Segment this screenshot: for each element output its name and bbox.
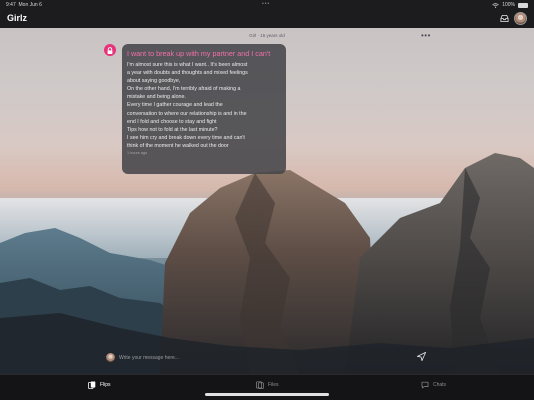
post-body: I'm almost sure this is what I want.. It… <box>127 61 281 150</box>
battery-icon <box>518 2 528 8</box>
multitask-dots[interactable]: ••• <box>262 1 270 7</box>
post-body-line: I see him cry and break down every time … <box>127 134 245 141</box>
composer-avatar <box>106 353 115 362</box>
post-title: I want to break up with my partner and I… <box>127 49 271 58</box>
post-body-line: conversation to where our relationship i… <box>127 110 247 117</box>
post-body-line: Every time I gather courage and lead the <box>127 102 223 109</box>
message-input[interactable] <box>119 353 409 363</box>
post-body-line: On the other hand, I'm terribly afraid o… <box>127 86 241 93</box>
status-right: 100% <box>492 2 528 8</box>
tab-label: Chats <box>433 382 447 388</box>
post-body-line: mistake and being alone. <box>127 94 186 101</box>
lock-badge <box>104 44 116 56</box>
app-title: Girlz <box>7 13 28 23</box>
tab-bar: Flips Files Chats <box>0 374 534 400</box>
battery-percent: 100% <box>502 2 515 8</box>
profile-avatar[interactable] <box>514 12 527 25</box>
files-icon <box>256 381 264 389</box>
chat-icon <box>421 381 429 389</box>
post-body-line: about saying goodbye, <box>127 78 181 85</box>
tab-files[interactable]: Files <box>256 381 279 389</box>
tab-chats[interactable]: Chats <box>421 381 446 389</box>
post-body-line: I'm almost sure this is what I want.. It… <box>127 62 248 68</box>
more-options-icon[interactable]: ••• <box>421 31 431 40</box>
post-meta: Girl · 15 years old <box>249 33 285 38</box>
post-body-line: think of the moment he walked out the do… <box>127 142 229 149</box>
send-icon[interactable] <box>416 351 427 362</box>
post-timestamp: 1 hours ago <box>127 151 148 156</box>
tab-flips[interactable]: Flips <box>88 381 111 389</box>
post-body-line: a year with doubts and thoughts and mixe… <box>127 70 248 77</box>
home-indicator[interactable] <box>205 393 329 396</box>
tab-label: Flips <box>100 382 111 388</box>
post-card[interactable]: I want to break up with my partner and I… <box>122 44 286 174</box>
wifi-icon <box>492 2 499 8</box>
status-time: 9:47 Mon Jun 6 <box>6 2 42 8</box>
inbox-icon[interactable] <box>500 14 509 23</box>
lock-icon <box>107 47 113 54</box>
flips-icon <box>88 381 96 389</box>
tab-label: Files <box>268 382 279 388</box>
message-composer <box>0 347 534 374</box>
nav-bar: Girlz <box>0 10 534 28</box>
status-bar: 9:47 Mon Jun 6 ••• 100% <box>0 0 534 10</box>
post-body-line: Tips how not to fold at the last minute? <box>127 126 218 133</box>
post-body-line: end I fold and choose to stay and fight <box>127 118 217 125</box>
